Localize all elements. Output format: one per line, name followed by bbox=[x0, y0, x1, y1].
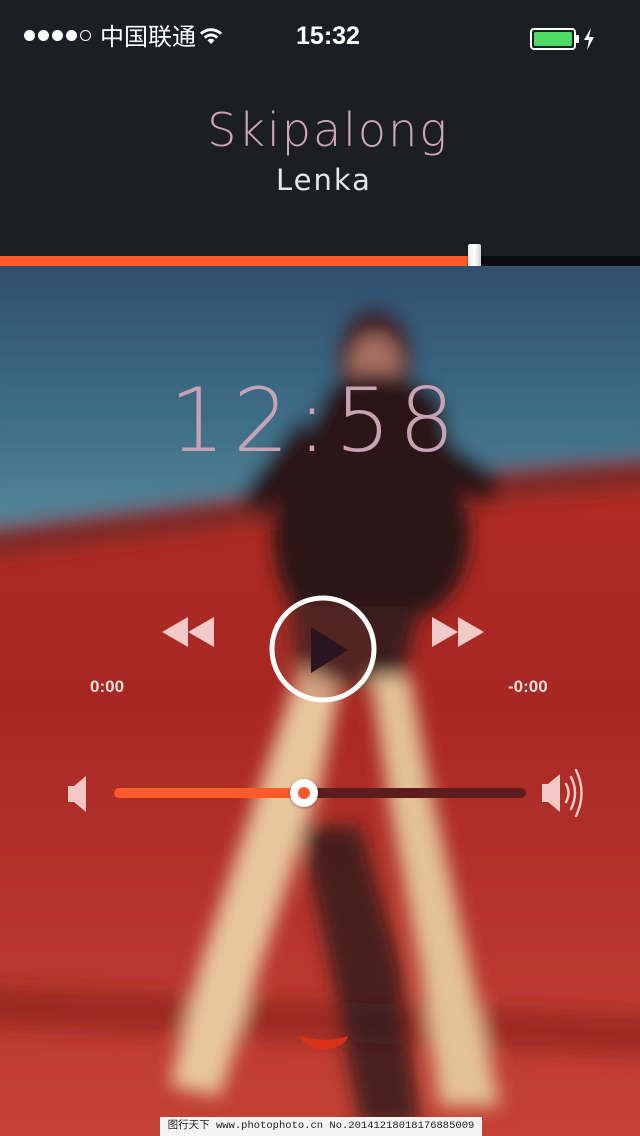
volume-slider-knob[interactable] bbox=[289, 779, 318, 807]
rewind-icon bbox=[162, 617, 214, 647]
song-title: Skipalong bbox=[207, 103, 449, 157]
volume-slider[interactable] bbox=[114, 779, 526, 807]
play-button[interactable] bbox=[268, 594, 378, 704]
play-icon bbox=[269, 595, 377, 703]
volume-low-icon bbox=[66, 774, 88, 818]
song-artist: Lenka bbox=[276, 163, 372, 197]
battery-icon bbox=[530, 28, 580, 54]
charging-bolt-icon bbox=[582, 27, 596, 55]
watermark: 图行天下 www.photophoto.cn No.20141218018176… bbox=[160, 1117, 482, 1136]
music-player-screen: 中国联通 15:32 Skipalong Lenka 12:58 0:00 -0… bbox=[0, 0, 640, 1136]
rewind-button[interactable] bbox=[160, 614, 216, 650]
status-bar: 中国联通 15:32 bbox=[0, 0, 640, 76]
song-progress-fill bbox=[0, 256, 474, 266]
time-display: 12:58 bbox=[169, 369, 463, 472]
volume-high-icon bbox=[540, 764, 584, 826]
fast-forward-button[interactable] bbox=[430, 614, 486, 650]
song-progress-bar[interactable] bbox=[0, 244, 640, 276]
dismiss-button[interactable] bbox=[296, 1030, 352, 1054]
elapsed-time: 0:00 bbox=[90, 677, 125, 696]
remaining-time: -0:00 bbox=[508, 677, 548, 696]
fast-forward-icon bbox=[432, 617, 484, 647]
volume-slider-fill bbox=[114, 788, 304, 798]
chevron-down-icon bbox=[300, 1036, 348, 1050]
